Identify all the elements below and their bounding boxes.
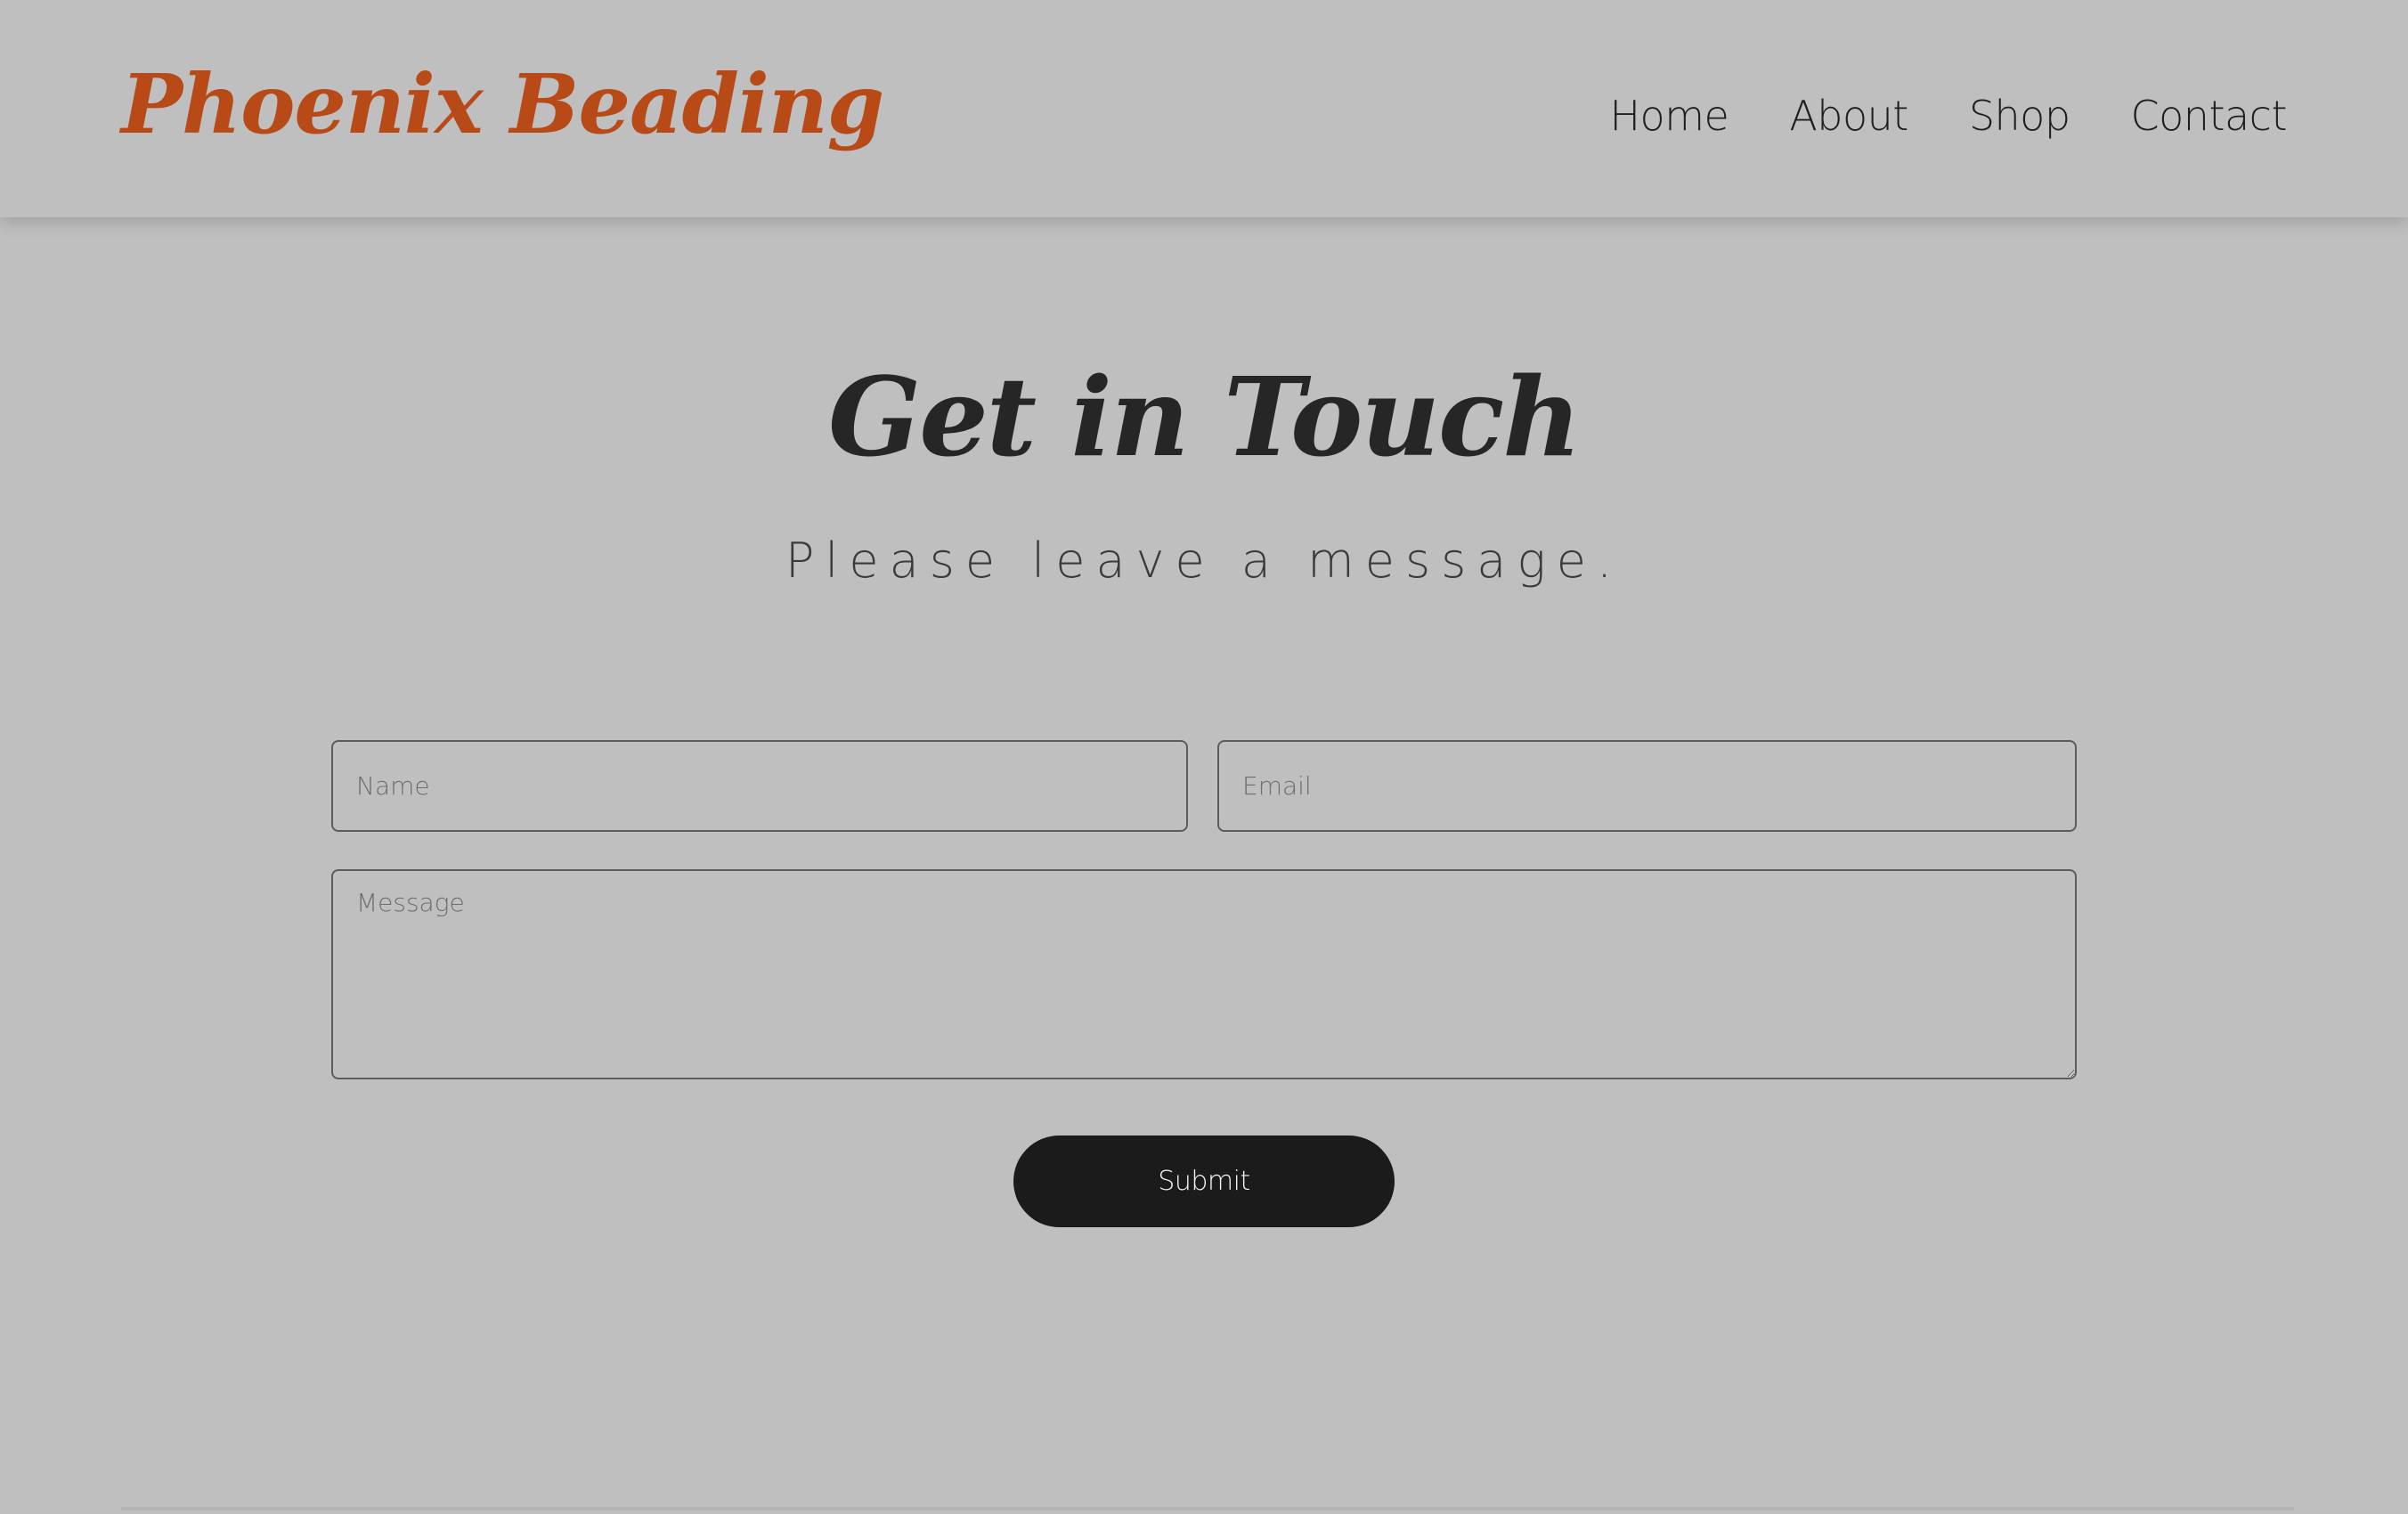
contact-section: Get in Touch Please leave a message. Sub… bbox=[0, 217, 2408, 1514]
footer-divider bbox=[121, 1507, 2294, 1510]
message-textarea[interactable] bbox=[331, 869, 2077, 1079]
submit-button[interactable]: Submit bbox=[1013, 1136, 1395, 1227]
brand-logo-text[interactable]: Phoenix Beading bbox=[121, 46, 884, 162]
site-header: Phoenix Beading Home About Shop Contact bbox=[0, 0, 2408, 217]
nav-item-home[interactable]: Home bbox=[1609, 82, 1729, 150]
name-input[interactable] bbox=[331, 740, 1188, 832]
nav-item-shop[interactable]: Shop bbox=[1969, 82, 2070, 150]
nav-item-about[interactable]: About bbox=[1789, 82, 1908, 150]
page-title: Get in Touch bbox=[828, 353, 1582, 481]
nav-list: Home About Shop Contact bbox=[1549, 82, 2287, 150]
nav-item-contact[interactable]: Contact bbox=[2131, 82, 2288, 150]
page-subtitle: Please leave a message. bbox=[785, 533, 1623, 589]
email-input[interactable] bbox=[1217, 740, 2077, 832]
